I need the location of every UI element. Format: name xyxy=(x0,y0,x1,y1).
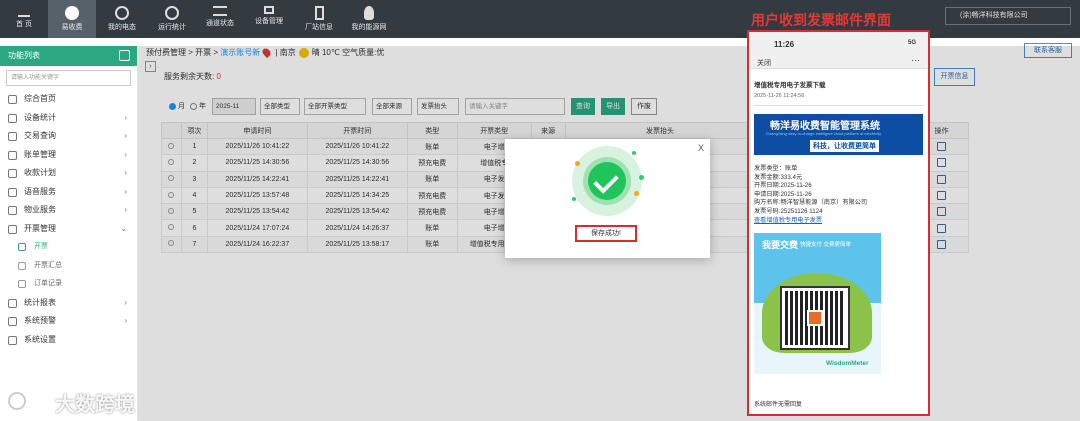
chevron-right-icon: › xyxy=(124,316,127,325)
email-banner: 畅洋易收费智能管理系统 ChangYang easy-to-charge int… xyxy=(754,114,923,155)
watermark-logo xyxy=(8,392,26,410)
sidebar-item-alerts[interactable]: 系统预警 › xyxy=(0,312,137,331)
order-icon xyxy=(18,280,26,288)
network-icon xyxy=(264,6,274,14)
email-close-button[interactable]: 关闭 xyxy=(757,58,771,68)
sidebar-item-device-stats[interactable]: 设备统计 › xyxy=(0,109,137,128)
watermark-text: 大数跨境 xyxy=(55,394,135,416)
sidebar: 功能列表 请输入功能关键字 综合首页 设备统计 › 交易查询 › 账单管理 › 收款计… xyxy=(0,46,138,421)
invoice-details: 发票类型：账单 发票金额:333.4元 开票日期:2025-11-26 申请日期… xyxy=(754,165,923,225)
nav-device[interactable]: 设备管理 xyxy=(245,0,293,38)
sidebar-item-collection[interactable]: 收款计划 › xyxy=(0,164,137,183)
sidebar-item-transactions[interactable]: 交易查询 › xyxy=(0,127,137,146)
nav-channel[interactable]: 通道状态 xyxy=(196,0,244,38)
sidebar-subitem-invoice[interactable]: 开票 xyxy=(0,238,137,257)
chevron-right-icon: › xyxy=(124,112,127,122)
sidebar-menu: 综合首页 设备统计 › 交易查询 › 账单管理 › 收款计划 › 语音服务 › 物业服务 ›… xyxy=(0,90,137,349)
settings-icon xyxy=(8,335,17,345)
chevron-right-icon: › xyxy=(124,149,127,159)
home-icon xyxy=(8,95,17,104)
alert-icon xyxy=(8,317,17,326)
success-dialog: X 保存成功! xyxy=(505,139,710,258)
sidebar-item-reports[interactable]: 统计报表 › xyxy=(0,294,137,313)
chevron-right-icon: › xyxy=(124,131,127,140)
home-icon xyxy=(18,6,30,17)
nav-home[interactable]: 首 页 xyxy=(0,0,48,38)
pie-icon xyxy=(165,6,179,20)
email-footer: 系统邮件无需回复 xyxy=(754,402,803,408)
email-toolbar: 关闭 ··· xyxy=(749,55,928,69)
sidebar-item-settings[interactable]: 系统设置 xyxy=(0,331,137,350)
charge-icon xyxy=(65,6,79,20)
checkmark-icon xyxy=(588,162,626,200)
nav-run-stats[interactable]: 运行统计 xyxy=(148,0,196,38)
search-icon xyxy=(8,132,17,141)
annotation-caption: 用户收到发票邮件界面 xyxy=(751,13,891,29)
qr-logo xyxy=(807,310,823,327)
sidebar-subitem-orders[interactable]: 订单记录 xyxy=(0,275,137,294)
sidebar-item-bills[interactable]: 账单管理 › xyxy=(0,146,137,165)
chevron-down-icon: ⌄ xyxy=(120,223,127,233)
nav-yishoufei[interactable]: 易收费 xyxy=(48,0,96,38)
more-icon[interactable]: ··· xyxy=(911,55,920,65)
sidebar-item-property[interactable]: 物业服务 › xyxy=(0,201,137,220)
cycle-icon xyxy=(8,169,17,178)
gear-icon xyxy=(115,6,129,20)
chevron-right-icon: › xyxy=(124,186,127,196)
sidebar-header: 功能列表 xyxy=(0,46,137,66)
nav-my-power[interactable]: 我的电态 xyxy=(98,0,146,38)
save-success-message: 保存成功! xyxy=(575,225,637,242)
company-name[interactable]: (涂)畅洋科技有限公司 xyxy=(945,7,1071,25)
report-icon xyxy=(8,298,17,308)
chart-icon xyxy=(8,113,17,123)
phone-email-preview: 11:26 5G 关闭 ··· 增值税专用电子发票下载 2025-11-26 11:… xyxy=(747,30,930,416)
invoice-icon xyxy=(8,224,17,234)
sidebar-item-voice[interactable]: 语音服务 › xyxy=(0,183,137,202)
nav-energy[interactable]: 我的能源网 xyxy=(345,0,393,38)
chevron-right-icon: › xyxy=(124,297,127,307)
property-icon xyxy=(8,206,17,215)
email-subject: 增值税专用电子发票下载 xyxy=(754,82,826,89)
sidebar-item-overview[interactable]: 综合首页 xyxy=(0,90,137,109)
grid-icon[interactable] xyxy=(119,50,130,61)
sidebar-search-input[interactable]: 请输入功能关键字 xyxy=(6,70,131,86)
nav-station[interactable]: 厂站信息 xyxy=(295,0,343,38)
headset-icon xyxy=(8,187,17,197)
bill-icon xyxy=(8,150,17,160)
user-icon xyxy=(364,6,374,20)
chevron-right-icon: › xyxy=(124,205,127,214)
invoice-icon xyxy=(18,243,26,251)
phone-status-bar: 11:26 5G xyxy=(749,32,928,57)
view-invoice-link[interactable]: 查看增值税专用电子发票 xyxy=(754,217,923,226)
building-icon xyxy=(314,6,324,20)
chevron-right-icon: › xyxy=(124,168,127,177)
summary-icon xyxy=(18,261,26,270)
promo-poster: 我要交费 快捷支付 交费更简单 WisdomMeter xyxy=(754,233,881,375)
sliders-icon xyxy=(213,6,227,16)
sidebar-item-invoicing[interactable]: 开票管理 ⌄ xyxy=(0,220,137,239)
email-date: 2025-11-26 11:24:56 xyxy=(754,93,923,106)
sidebar-subitem-summary[interactable]: 开票汇总 xyxy=(0,257,137,276)
close-icon[interactable]: X xyxy=(698,143,704,153)
